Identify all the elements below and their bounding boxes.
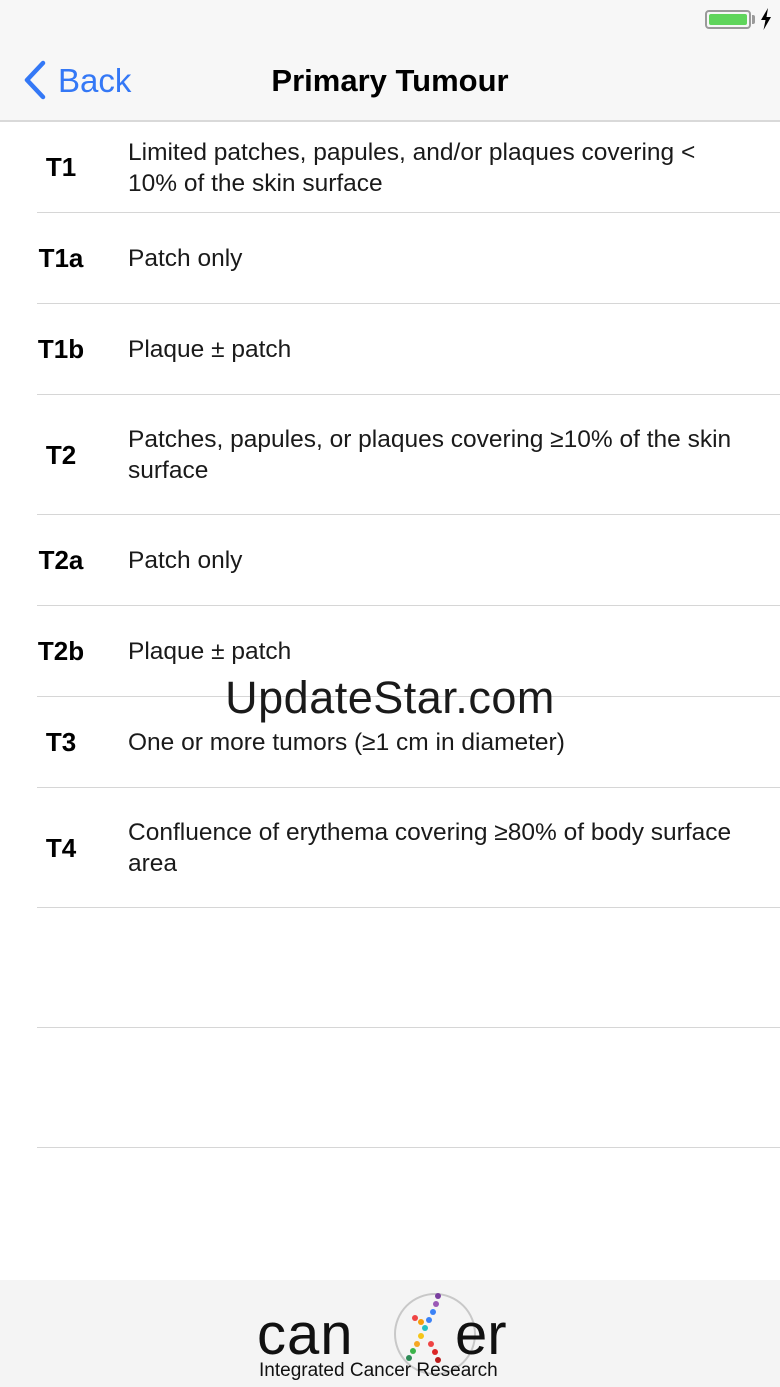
table-row[interactable]: T1a Patch only [0,213,780,304]
table-row[interactable]: T3 One or more tumors (≥1 cm in diameter… [0,697,780,788]
stage-label: T2 [45,439,77,470]
table-row[interactable]: T2a Patch only [0,515,780,606]
battery-tip [752,15,755,24]
charging-bolt-icon [761,8,771,30]
table-row[interactable]: T2 Patches, papules, or plaques covering… [0,395,780,515]
status-bar [0,0,780,40]
stage-label: T1b [37,334,85,364]
stage-description: Confluence of erythema covering ≥80% of … [128,819,732,877]
stage-description: Plaque ± patch [128,638,292,665]
stage-label: T1 [45,152,77,182]
stage-description: Patch only [128,547,243,574]
stage-description: Patches, papules, or plaques covering ≥1… [128,426,732,484]
svg-text:er: er [455,1302,507,1367]
stage-label: T4 [45,832,77,863]
cancer-logo: can er Integrated Cancer Research [257,1293,507,1381]
empty-table-row [0,1028,780,1148]
stage-label: T1a [38,243,84,273]
stage-table: T1 Limited patches, papules, and/or plaq… [0,122,780,1148]
svg-text:Integrated Cancer Research: Integrated Cancer Research [259,1360,498,1381]
stage-description: One or more tumors (≥1 cm in diameter) [128,729,565,756]
stage-label: T2b [37,636,85,666]
footer: can er Integrated Cancer Research [0,1280,780,1387]
navigation-bar: Back Primary Tumour [0,40,780,122]
battery-icon [705,10,751,29]
table-row[interactable]: T1b Plaque ± patch [0,304,780,395]
page-title: Primary Tumour [271,63,509,98]
stage-description: Plaque ± patch [128,336,292,363]
empty-table-row [0,908,780,1028]
table-row[interactable]: T2b Plaque ± patch [0,606,780,697]
table-row[interactable]: T1 Limited patches, papules, and/or plaq… [0,122,780,213]
stage-label: T3 [45,727,77,757]
table-row[interactable]: T4 Confluence of erythema covering ≥80% … [0,788,780,908]
svg-text:can: can [257,1302,354,1367]
stage-label: T2a [38,545,84,575]
stage-description: Patch only [128,245,243,272]
stage-description: Limited patches, papules, and/or plaques… [128,138,696,197]
